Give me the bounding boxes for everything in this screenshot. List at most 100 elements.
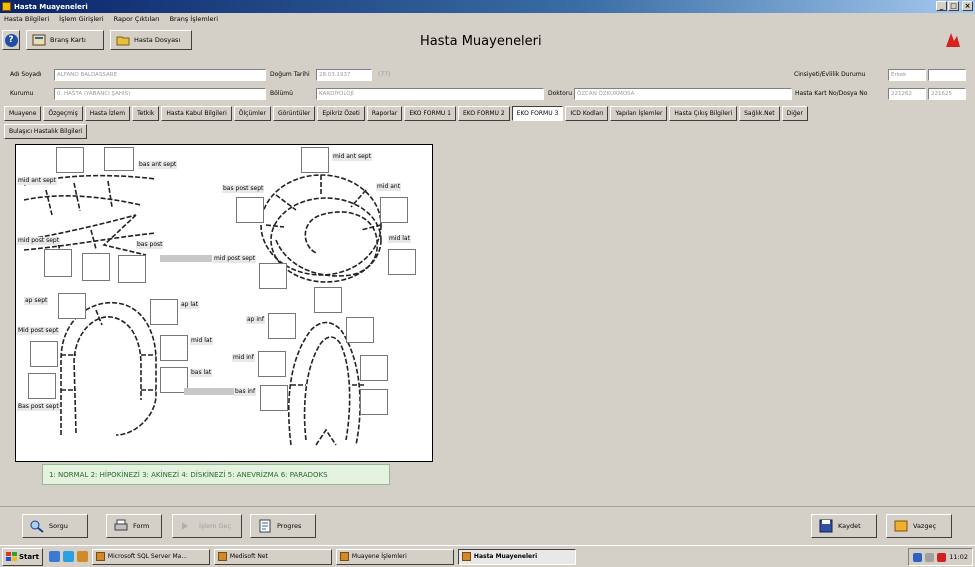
- tab-hasta-izlem[interactable]: Hasta İzlem: [84, 106, 131, 121]
- segment-box-bas-post-sept[interactable]: [236, 197, 264, 223]
- tab-eko-formu-2[interactable]: EKO FORMU 2: [458, 106, 510, 121]
- task-sql-server[interactable]: Microsoft SQL Server Ma...: [91, 548, 210, 565]
- brans-karti-button[interactable]: Branş Kartı: [26, 30, 104, 50]
- segment-box-mid-ant-sept[interactable]: [301, 147, 329, 173]
- antivirus-icon[interactable]: [937, 552, 947, 562]
- help-icon: ?: [4, 33, 18, 47]
- doctor-field[interactable]: ÖZCAN ÖZKURMOSA: [574, 88, 792, 100]
- segment-box-mid-ant[interactable]: [380, 197, 408, 223]
- segment-box-mid-post-sept-1[interactable]: [44, 249, 72, 277]
- tab-raporlar[interactable]: Raporlar: [366, 106, 403, 121]
- tab-olcumler[interactable]: Ölçümler: [233, 106, 271, 121]
- tab-yapilan-islemler[interactable]: Yapılan İşlemler: [610, 106, 668, 121]
- task-app-icon: [339, 552, 349, 561]
- task-label: Medisoft Net: [229, 553, 268, 560]
- card-icon: [32, 34, 46, 46]
- vazgec-button[interactable]: Vazgeç: [886, 514, 952, 538]
- form-label: Form: [133, 522, 150, 530]
- task-app-icon: [217, 552, 227, 561]
- task-medisoft[interactable]: Medisoft Net: [213, 548, 332, 565]
- segment-box-mid-post-sept-lower[interactable]: [30, 341, 58, 367]
- task-app-icon: [461, 552, 471, 561]
- kaydet-button[interactable]: Kaydet: [811, 514, 877, 538]
- segment-box-mid-lat[interactable]: [388, 249, 416, 275]
- institution-field[interactable]: 0. HASTA (YABANCI ŞAHIS): [54, 88, 266, 100]
- form-button[interactable]: Form: [106, 514, 162, 538]
- menu-brans-islemleri[interactable]: Branş İşlemleri: [170, 15, 218, 23]
- tab-tetkik[interactable]: Tetkik: [132, 106, 160, 121]
- tab-eko-formu-1[interactable]: EKO FORMU 1: [404, 106, 456, 121]
- hasta-dosyasi-button[interactable]: Hasta Dosyası: [110, 30, 192, 50]
- segment-box-inf-short[interactable]: [314, 287, 342, 313]
- tab-hasta-cikis[interactable]: Hasta Çıkış Bilgileri: [669, 106, 738, 121]
- menu-rapor-ciktilari[interactable]: Rapor Çıktıları: [114, 15, 160, 23]
- progres-button[interactable]: Progres: [250, 514, 316, 538]
- label-ap-lat: ap lat: [180, 301, 200, 309]
- tab-saglik-net[interactable]: Sağlık.Net: [739, 106, 780, 121]
- start-button[interactable]: Start: [2, 547, 43, 566]
- segment-box-ap-inf[interactable]: [268, 313, 296, 339]
- volume-icon[interactable]: [925, 552, 935, 562]
- segment-box-bas-ant-sept-2[interactable]: [104, 147, 134, 171]
- help-button[interactable]: ?: [2, 30, 20, 50]
- dob-label: Doğum Tarihi: [270, 71, 310, 78]
- menu-islem-girisleri[interactable]: İşlem Girişleri: [59, 15, 104, 23]
- desktop-icon[interactable]: [48, 551, 60, 562]
- segment-box-bas-ant-lower[interactable]: [360, 389, 388, 415]
- system-tray: 11:02: [908, 548, 973, 566]
- sorgu-button[interactable]: Sorgu: [22, 514, 88, 538]
- window-title: Hasta Muayeneleri: [14, 2, 88, 11]
- segment-box-mid-inf[interactable]: [258, 351, 286, 377]
- tab-goruntuler[interactable]: Görüntüler: [272, 106, 316, 121]
- save-icon: [819, 519, 833, 533]
- segment-box-ap-sept[interactable]: [58, 293, 86, 319]
- tab-diger[interactable]: Diğer: [781, 106, 808, 121]
- segment-box-bas-ant-sept[interactable]: [56, 147, 84, 173]
- marital-status-field[interactable]: [928, 69, 966, 81]
- tab-eko-formu-3[interactable]: EKO FORMU 3: [511, 106, 564, 121]
- title-bar: Hasta Muayeneleri _ □ ×: [0, 0, 975, 13]
- gender-field[interactable]: Erkek: [888, 69, 926, 81]
- menu-hasta-bilgileri[interactable]: Hasta Bilgileri: [4, 15, 49, 23]
- segment-box-mid-ant-lower[interactable]: [360, 355, 388, 381]
- skip-icon: [182, 522, 188, 530]
- islem-gec-button[interactable]: İşlem Geç: [172, 514, 242, 538]
- segment-box-ap-ant[interactable]: [346, 317, 374, 343]
- task-muayene-islemleri[interactable]: Muayene İşlemleri: [335, 548, 454, 565]
- name-field[interactable]: ALFANO BALDASSARE: [54, 69, 266, 81]
- toolbar: ? Branş Kartı Hasta Dosyası Hasta Muayen…: [0, 26, 975, 57]
- folder-icon: [116, 36, 130, 46]
- card-no-field[interactable]: 221262: [888, 88, 926, 100]
- progres-label: Progres: [277, 522, 302, 530]
- tab-muayene[interactable]: Muayene: [4, 106, 42, 121]
- minimize-button[interactable]: _: [936, 1, 947, 11]
- name-label: Adı Soyadı: [10, 71, 42, 78]
- window-controls: _ □ ×: [936, 1, 973, 11]
- segment-box-bas-inf[interactable]: [260, 385, 288, 411]
- segment-bar-bas-post: [160, 255, 212, 262]
- segment-box-mid-lat-lower[interactable]: [160, 335, 188, 361]
- task-label: Hasta Muayeneleri: [473, 553, 538, 560]
- segment-box-bas-post-sept-lower[interactable]: [28, 373, 56, 399]
- segment-box-ap-lat[interactable]: [150, 299, 178, 325]
- network-icon[interactable]: [913, 552, 923, 562]
- segment-box-bas-post[interactable]: [118, 255, 146, 283]
- tab-bulasici-hastalik[interactable]: Bulaşıcı Hastalık Bilgileri: [4, 124, 88, 139]
- explorer-icon[interactable]: [76, 551, 88, 562]
- tab-ozgecmis[interactable]: Özgeçmiş: [43, 106, 83, 121]
- browser-icon[interactable]: [62, 551, 74, 562]
- label-mid-post-sept-right: mid post sept: [213, 255, 257, 263]
- tab-hasta-kabul[interactable]: Hasta Kabul Bilgileri: [161, 106, 232, 121]
- tab-icd-kodlari[interactable]: ICD Kodları: [565, 106, 609, 121]
- file-no-field[interactable]: 221625: [928, 88, 966, 100]
- label-mid-ant-sept-right: mid ant sept: [332, 153, 372, 161]
- dob-field[interactable]: 28.03.1937: [316, 69, 372, 81]
- department-field[interactable]: KARDİYOLOJİ: [316, 88, 544, 100]
- close-button[interactable]: ×: [962, 1, 973, 11]
- brans-karti-label: Branş Kartı: [50, 36, 86, 44]
- maximize-button[interactable]: □: [948, 1, 959, 11]
- segment-box-mid-post-sept-2[interactable]: [82, 253, 110, 281]
- task-hasta-muayeneleri[interactable]: Hasta Muayeneleri: [457, 548, 576, 565]
- segment-box-mid-inf-short[interactable]: [259, 263, 287, 289]
- tab-epikriz[interactable]: Epikriz Özeti: [317, 106, 365, 121]
